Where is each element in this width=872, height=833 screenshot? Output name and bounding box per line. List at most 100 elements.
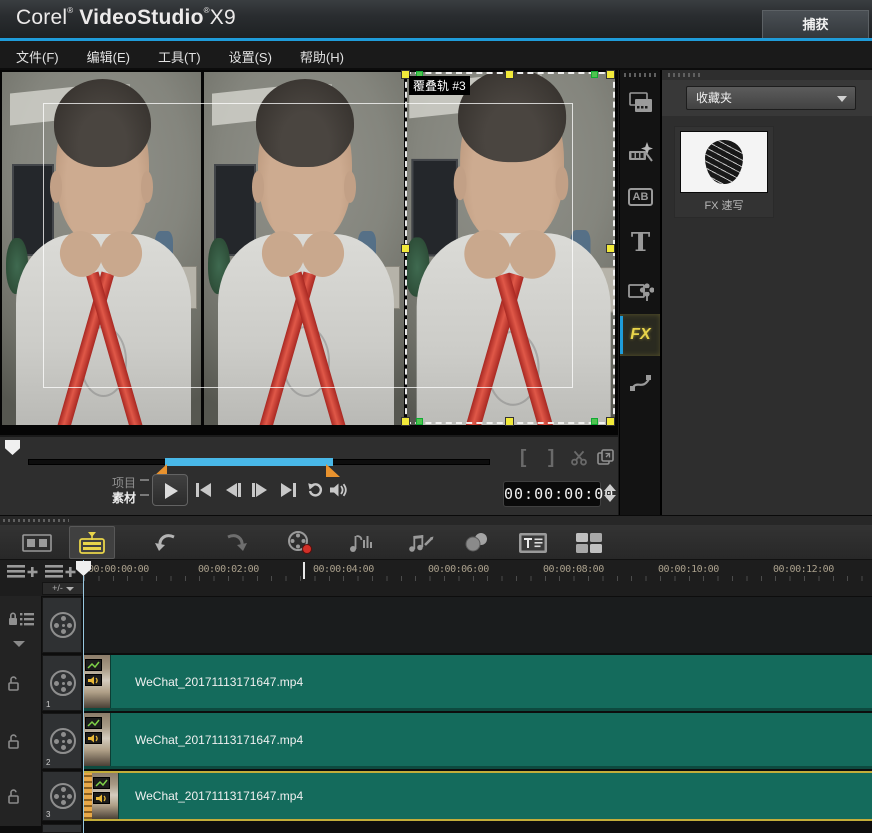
overlay-track-label: 覆叠轨 #3 [409, 76, 470, 95]
distort-handle[interactable] [416, 418, 423, 425]
track-unlock-icon[interactable] [8, 733, 22, 754]
title-icon[interactable]: T [620, 222, 661, 264]
track-unlock-icon[interactable] [8, 788, 22, 809]
split-clip-icon[interactable] [570, 448, 588, 472]
transition-ab-label: AB [628, 188, 654, 206]
timecode-display[interactable]: 00:00:00:00 [503, 481, 601, 507]
mark-in-button[interactable]: [ [520, 447, 526, 469]
add-remove-track-button[interactable]: +/- [42, 582, 84, 595]
split-screen-template-icon[interactable] [566, 526, 612, 559]
menu-tools[interactable]: 工具(T) [146, 44, 213, 69]
chevron-down-icon [66, 587, 74, 591]
clip-trim-handle[interactable] [84, 773, 92, 819]
track-manager-icon[interactable] [6, 563, 38, 580]
track-unlock-icon[interactable] [8, 675, 22, 696]
brand-version: X9 [210, 6, 236, 29]
subtitle-editor-icon[interactable] [510, 526, 556, 559]
volume-icon[interactable] [328, 479, 348, 501]
overlay-track-button[interactable]: 1 [42, 655, 82, 711]
timecode-increase-button[interactable] [604, 484, 616, 491]
brand-product: VideoStudio [79, 6, 203, 29]
chevron-down-icon [837, 96, 847, 102]
timecode-decrease-button[interactable] [604, 495, 616, 502]
trim-out-marker[interactable] [326, 464, 340, 477]
storyboard-view-icon[interactable] [14, 526, 60, 559]
overlay-track-button[interactable]: 3 [42, 771, 82, 821]
undo-icon[interactable] [143, 526, 189, 559]
resize-handle[interactable] [401, 244, 410, 253]
panel-grip[interactable] [668, 73, 702, 77]
graphic-icon[interactable] [620, 270, 661, 312]
video-track-icon [50, 612, 76, 638]
clip-mode-toggle[interactable]: 素材 [96, 489, 136, 506]
app-logo: Corel®VideoStudio®X9 [16, 6, 236, 30]
timeline-clip-selected[interactable]: WeChat_20171113171647.mp4 [84, 771, 872, 821]
overlay-track-icon [50, 670, 76, 696]
title-t-label: T [631, 228, 650, 258]
enlarge-preview-icon[interactable] [596, 448, 615, 473]
overlay-preview-1[interactable] [2, 72, 201, 425]
menu-settings[interactable]: 设置(S) [217, 44, 284, 69]
panel-grip[interactable] [624, 73, 656, 77]
overlay-track-icon [50, 728, 76, 754]
library-item-fx-sketch[interactable]: FX 速写 [674, 126, 774, 218]
resize-handle[interactable] [606, 417, 615, 426]
track-add-row: +/- [0, 582, 872, 596]
sound-mixer-icon[interactable] [338, 526, 384, 559]
menu-file[interactable]: 文件(F) [4, 44, 71, 69]
distort-handle[interactable] [591, 418, 598, 425]
overlay-preview-2[interactable] [204, 72, 404, 425]
resize-handle[interactable] [505, 417, 514, 426]
transition-icon[interactable]: AB [620, 176, 661, 218]
filter-icon[interactable]: FX [620, 314, 661, 356]
gallery-tool-strip: AB T FX [619, 70, 660, 515]
overlay-track-button[interactable]: 2 [42, 713, 82, 769]
ruler-label: 00:00:00:00 [88, 564, 149, 575]
collapse-tracks-icon[interactable] [13, 641, 25, 647]
previous-frame-button[interactable] [226, 479, 241, 501]
motion-tracking-icon[interactable] [455, 526, 501, 559]
instant-project-icon[interactable] [620, 132, 661, 174]
resize-handle[interactable] [505, 70, 514, 79]
overlay-track-row-3: 3 WeChat_20171113171647.mp4 [0, 771, 872, 821]
video-track-row [0, 597, 872, 653]
add-track-icon[interactable] [44, 563, 76, 580]
next-frame-button[interactable] [252, 479, 267, 501]
resize-handle[interactable] [606, 70, 615, 79]
gallery-folder-dropdown[interactable]: 收藏夹 [686, 86, 856, 110]
ruler-label: 00:00:10:00 [658, 564, 719, 575]
media-icon[interactable] [620, 82, 661, 124]
mark-out-button[interactable]: ] [548, 447, 554, 469]
video-track-button[interactable] [42, 597, 82, 653]
home-button[interactable] [196, 479, 211, 501]
timeline-view-icon[interactable] [69, 526, 115, 559]
distort-handle[interactable] [591, 71, 598, 78]
video-frame [2, 72, 201, 425]
end-button[interactable] [281, 479, 296, 501]
track-lock-icon[interactable] [8, 611, 36, 632]
resize-handle[interactable] [606, 244, 615, 253]
capture-button[interactable]: 捕获 [762, 10, 869, 38]
redo-icon[interactable] [213, 526, 259, 559]
menu-help[interactable]: 帮助(H) [288, 44, 356, 69]
record-capture-icon[interactable] [278, 526, 324, 559]
panel-separator[interactable] [0, 515, 872, 525]
clip-filename: WeChat_20171113171647.mp4 [135, 789, 303, 803]
play-button[interactable] [152, 474, 188, 506]
timeline-ruler[interactable]: 00:00:00:00 00:00:02:00 00:00:04:00 00:0… [0, 560, 872, 582]
path-icon[interactable] [620, 362, 661, 404]
video-track-empty[interactable] [84, 597, 872, 653]
audio-badge-icon [85, 732, 102, 744]
menu-edit[interactable]: 编辑(E) [75, 44, 142, 69]
motion-applied-badge-icon [85, 659, 102, 671]
scrub-marker[interactable] [5, 440, 20, 455]
auto-music-icon[interactable] [398, 526, 444, 559]
timeline-clip[interactable]: WeChat_20171113171647.mp4 [84, 655, 872, 711]
audio-badge-icon [93, 792, 110, 804]
ruler-ticks [84, 576, 872, 581]
timeline-clip[interactable]: WeChat_20171113171647.mp4 [84, 713, 872, 769]
overlay-track-row-2: 2 WeChat_20171113171647.mp4 [0, 713, 872, 769]
resize-handle[interactable] [401, 417, 410, 426]
repeat-icon[interactable] [306, 479, 324, 501]
selection-marquee[interactable] [406, 73, 614, 423]
